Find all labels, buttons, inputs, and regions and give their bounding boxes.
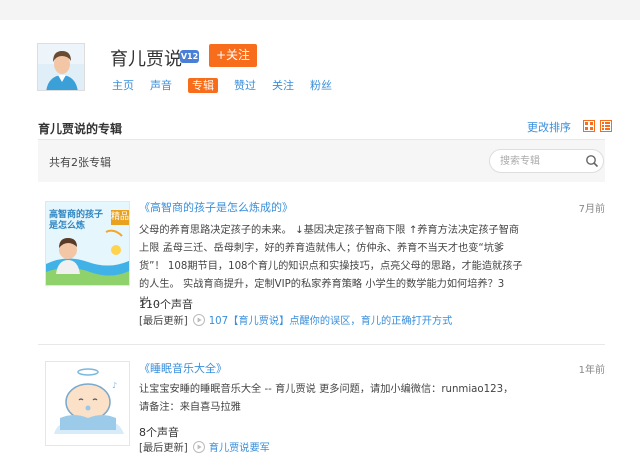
latest-track-link[interactable]: 107【育儿贾说】点醒你的误区，育儿的正确打开方式 bbox=[209, 312, 453, 327]
profile-nav: 主页 声音 专辑 赞过 关注 粉丝 bbox=[112, 78, 348, 93]
album-cover[interactable]: ♪ bbox=[45, 361, 130, 446]
album-title[interactable]: 《睡眠音乐大全》 bbox=[139, 360, 227, 376]
album-track-count: 110个声音 bbox=[139, 298, 193, 311]
album-description: 父母的养育思路决定孩子的未来。 ↓基因决定孩子智商下限 ↑养育方法决定孩子智商上… bbox=[139, 225, 523, 308]
follow-button[interactable]: +关注 bbox=[209, 44, 257, 67]
play-icon[interactable] bbox=[192, 440, 205, 453]
album-divider bbox=[38, 344, 605, 345]
album-track-count: 8个声音 bbox=[139, 426, 179, 439]
profile-name: 育儿贾说 bbox=[110, 49, 182, 70]
album-update-time: 7月前 bbox=[578, 204, 605, 215]
nav-tab-liked[interactable]: 赞过 bbox=[234, 78, 256, 93]
album-count: 共有2张专辑 bbox=[49, 156, 111, 169]
section-title: 育儿贾说的专辑 bbox=[38, 122, 123, 136]
latest-track-link[interactable]: 育儿贾说要军 bbox=[209, 439, 270, 454]
nav-tab-fans[interactable]: 粉丝 bbox=[310, 78, 332, 93]
nav-tab-home[interactable]: 主页 bbox=[112, 78, 134, 93]
premium-badge: 精品 bbox=[111, 210, 129, 225]
list-view-icon[interactable] bbox=[600, 120, 612, 132]
avatar[interactable] bbox=[37, 43, 85, 91]
album-search-input[interactable] bbox=[500, 154, 580, 168]
cover-text: 高智商的孩子是怎么炼 bbox=[49, 210, 104, 231]
album-latest: [最后更新] 育儿贾说要军 bbox=[139, 439, 270, 454]
search-icon[interactable] bbox=[585, 154, 599, 168]
svg-text:♪: ♪ bbox=[112, 381, 117, 390]
latest-label: [最后更新] bbox=[139, 316, 188, 327]
album-item: 高智商的孩子是怎么炼 精品 《高智商的孩子是怎么炼成的》 7月前 父母的养育思路… bbox=[38, 195, 605, 335]
album-search-box[interactable] bbox=[489, 149, 604, 173]
album-item: ♪ 《睡眠音乐大全》 1年前 让宝宝安睡的睡眠音乐大全 -- 育儿贾说 更多问题… bbox=[38, 356, 605, 456]
top-bar bbox=[0, 0, 640, 20]
nav-tab-following[interactable]: 关注 bbox=[272, 78, 294, 93]
album-title[interactable]: 《高智商的孩子是怎么炼成的》 bbox=[139, 199, 293, 215]
album-toolbar: 共有2张专辑 bbox=[38, 140, 605, 182]
latest-label: [最后更新] bbox=[139, 443, 188, 454]
nav-tab-albums[interactable]: 专辑 bbox=[188, 78, 218, 93]
album-update-time: 1年前 bbox=[578, 365, 605, 376]
album-latest: [最后更新] 107【育儿贾说】点醒你的误区，育儿的正确打开方式 bbox=[139, 312, 452, 327]
level-badge: V12 bbox=[180, 50, 199, 63]
album-cover[interactable]: 高智商的孩子是怎么炼 精品 bbox=[45, 201, 130, 286]
grid-view-icon[interactable] bbox=[583, 120, 595, 132]
play-icon[interactable] bbox=[192, 313, 205, 326]
album-description: 让宝宝安睡的睡眠音乐大全 -- 育儿贾说 更多问题，请加小编微信：runmiao… bbox=[139, 384, 514, 413]
nav-tab-sounds[interactable]: 声音 bbox=[150, 78, 172, 93]
change-sort-link[interactable]: 更改排序 bbox=[527, 119, 571, 135]
